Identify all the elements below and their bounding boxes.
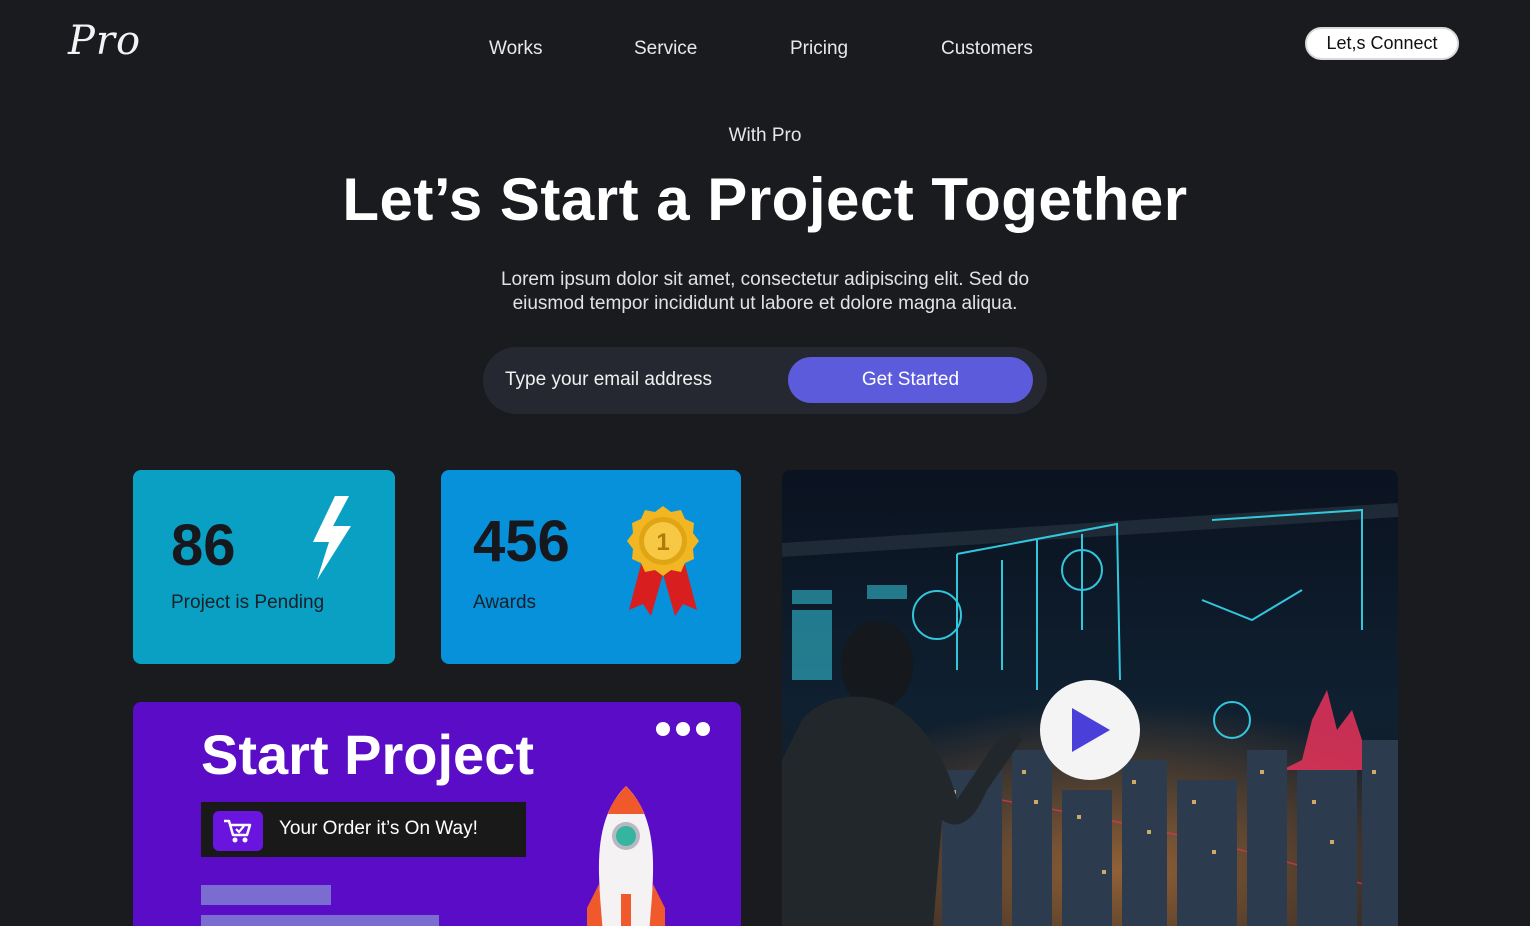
pending-projects-card: 86 Project is Pending	[133, 470, 395, 664]
order-status-notification: Your Order it’s On Way!	[201, 802, 526, 857]
gold-medal-icon: 1	[627, 506, 699, 616]
lightning-bolt-icon	[313, 496, 351, 580]
email-input[interactable]	[505, 361, 775, 399]
pending-label: Project is Pending	[171, 592, 325, 613]
pending-count: 86	[171, 513, 236, 578]
play-button[interactable]	[1040, 680, 1140, 780]
start-project-title: Start Project	[201, 723, 534, 786]
start-project-card: Start Project Your Order it’s On Way!	[133, 702, 741, 926]
awards-card: 456 Awards 1	[441, 470, 741, 664]
nav-link-pricing[interactable]: Pricing	[790, 38, 848, 60]
svg-text:1: 1	[656, 529, 669, 556]
get-started-button[interactable]: Get Started	[788, 357, 1033, 403]
lets-connect-button[interactable]: Let,s Connect	[1305, 27, 1459, 60]
landing-page: Pro Works Service Pricing Customers Let,…	[0, 0, 1530, 926]
hero-eyebrow: With Pro	[728, 125, 802, 146]
placeholder-bar	[201, 885, 331, 905]
more-options-icon[interactable]	[656, 722, 710, 736]
shopping-cart-check-icon	[213, 811, 263, 851]
hero-description: Lorem ipsum dolor sit amet, consectetur …	[500, 269, 1030, 314]
awards-count: 456	[473, 509, 570, 574]
video-thumbnail[interactable]	[782, 470, 1398, 926]
email-signup-form: Get Started	[483, 347, 1047, 414]
awards-label: Awards	[473, 592, 537, 613]
nav-link-service[interactable]: Service	[634, 38, 697, 60]
nav-link-works[interactable]: Works	[489, 38, 542, 60]
nav-link-customers[interactable]: Customers	[941, 38, 1033, 60]
hero-title: Let’s Start a Project Together	[342, 166, 1188, 233]
order-status-text: Your Order it’s On Way!	[279, 818, 478, 839]
rocket-icon	[587, 786, 665, 926]
placeholder-bar	[201, 915, 439, 926]
logo[interactable]: Pro	[68, 18, 141, 64]
play-icon	[1072, 708, 1110, 752]
